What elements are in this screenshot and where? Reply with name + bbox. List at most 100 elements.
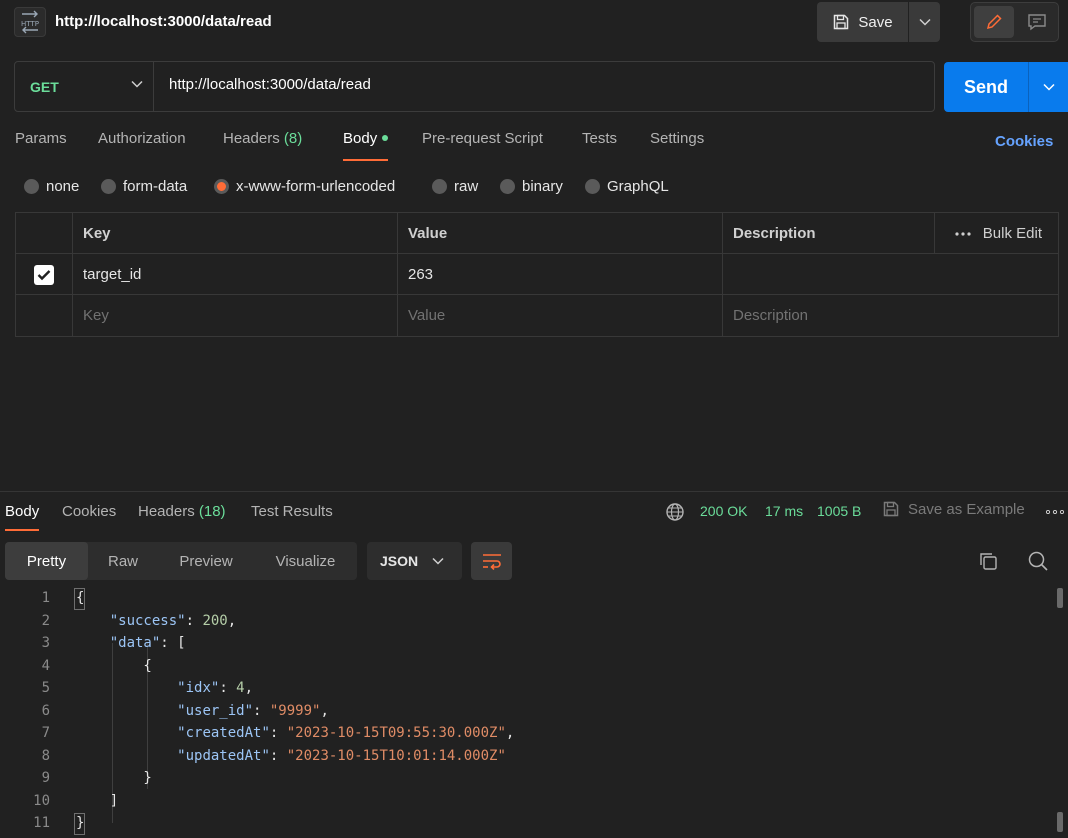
http-icon: HTTP [14,7,46,37]
globe-icon[interactable] [665,502,685,522]
response-tab-body[interactable]: Body [5,503,40,531]
tab-headers[interactable]: Headers (8) [223,130,302,147]
table-header-row: Key Value Description Bulk Edit [16,213,1058,254]
view-visualize[interactable]: Visualize [254,542,357,580]
params-table: Key Value Description Bulk Edit target_i… [15,212,1059,337]
tab-tests[interactable]: Tests [582,130,617,147]
code-line: 5 "idx": 4, [41,680,254,696]
radio-graphql[interactable]: GraphQL [585,178,669,195]
mode-toggle [970,2,1059,42]
more-horizontal-icon[interactable] [1046,510,1064,514]
request-bar: GET http://localhost:3000/data/read [14,61,935,112]
copy-icon[interactable] [978,551,998,571]
cookies-link[interactable]: Cookies [995,133,1053,150]
response-time[interactable]: 17 ms [765,503,803,519]
code-line: 11} [33,815,85,831]
response-tab-cookies[interactable]: Cookies [62,503,116,520]
radio-circle [101,179,116,194]
row-check-cell [16,254,73,295]
active-tab-indicator [5,529,40,531]
bulk-edit-label: Bulk Edit [982,225,1042,242]
new-key-input[interactable]: Key [73,295,398,336]
header-value: Value [398,213,723,254]
chevron-down-icon [432,557,444,565]
wrap-lines-icon [482,554,501,570]
response-body-viewer[interactable]: 1{ 2 "success": 200, 3 "data": [ 4 { 5 "… [0,587,1068,838]
chevron-down-icon [1042,83,1055,91]
radio-form-data[interactable]: form-data [101,178,187,195]
comment-mode-button[interactable] [1018,6,1056,38]
row-checkbox[interactable] [34,264,54,285]
more-horizontal-icon [955,231,971,236]
wrap-lines-button[interactable] [471,542,512,580]
tab-params[interactable]: Params [15,130,67,147]
radio-circle [585,179,600,194]
tab-authorization[interactable]: Authorization [98,130,186,147]
code-line: 10 ] [33,792,119,809]
send-button[interactable]: Send [944,62,1028,112]
scrollbar-thumb[interactable] [1057,588,1063,608]
radio-circle [500,179,515,194]
save-button-group: Save [817,2,940,42]
save-as-example-button[interactable]: Save as Example [882,500,1025,518]
code-line: 4 { [41,657,152,674]
save-label: Save [858,13,893,31]
chevron-down-icon [131,80,143,88]
pane-divider[interactable] [0,491,1068,492]
table-row: target_id 263 [16,254,1058,295]
response-tab-headers[interactable]: Headers (18) [138,503,226,520]
radio-circle [432,179,447,194]
view-raw[interactable]: Raw [88,542,158,580]
status-code[interactable]: 200 OK [700,503,747,519]
view-preview[interactable]: Preview [158,542,254,580]
send-button-group: Send [944,62,1068,112]
save-as-example-label: Save as Example [908,500,1025,518]
response-size[interactable]: 1005 B [817,503,861,519]
view-pretty[interactable]: Pretty [5,542,88,580]
radio-x-www-form-urlencoded[interactable]: x-www-form-urlencoded [214,178,395,195]
scrollbar-thumb[interactable] [1057,812,1063,832]
format-select[interactable]: JSON [367,542,462,580]
format-label: JSON [380,553,419,569]
radio-binary[interactable]: binary [500,178,563,195]
tab-pre-request-script[interactable]: Pre-request Script [422,130,543,147]
response-tab-test-results[interactable]: Test Results [251,503,333,520]
url-input[interactable]: http://localhost:3000/data/read [169,76,371,93]
code-line: 2 "success": 200, [41,612,237,629]
code-line: 1{ [41,590,85,606]
modified-dot [382,135,389,142]
edit-mode-button[interactable] [974,6,1014,38]
chevron-down-icon [918,18,931,26]
tab-settings[interactable]: Settings [650,130,704,147]
pencil-icon [986,14,1002,30]
bulk-edit-button[interactable]: Bulk Edit [935,213,1058,254]
comment-icon [1028,14,1046,31]
save-icon [834,14,849,30]
radio-none[interactable]: none [24,178,79,195]
new-description-input[interactable]: Description [723,295,1058,336]
header-key: Key [73,213,398,254]
send-options-button[interactable] [1029,62,1068,112]
active-tab-indicator [343,159,389,161]
code-line: 3 "data": [ [41,635,186,651]
row-description[interactable] [723,254,1058,295]
method-select[interactable]: GET [15,62,154,111]
method-label: GET [30,78,59,95]
tab-body[interactable]: Body [343,130,389,161]
code-line: 6 "user_id": "9999", [41,702,329,719]
svg-text:HTTP: HTTP [21,20,39,28]
code-line: 7 "createdAt": "2023-10-15T09:55:30.000Z… [41,725,515,741]
new-value-input[interactable]: Value [398,295,723,336]
table-row-empty: Key Value Description [16,295,1058,336]
radio-raw[interactable]: raw [432,178,478,195]
search-icon[interactable] [1027,550,1049,572]
headers-count: (8) [283,130,303,147]
save-button[interactable]: Save [817,2,908,42]
save-icon [883,501,899,517]
checkmark-icon [37,269,51,280]
request-title: http://localhost:3000/data/read [55,13,272,30]
save-options-button[interactable] [909,2,940,42]
row-key[interactable]: target_id [73,254,398,295]
row-value[interactable]: 263 [398,254,723,295]
code-line: 8 "updatedAt": "2023-10-15T10:01:14.000Z… [41,747,506,764]
